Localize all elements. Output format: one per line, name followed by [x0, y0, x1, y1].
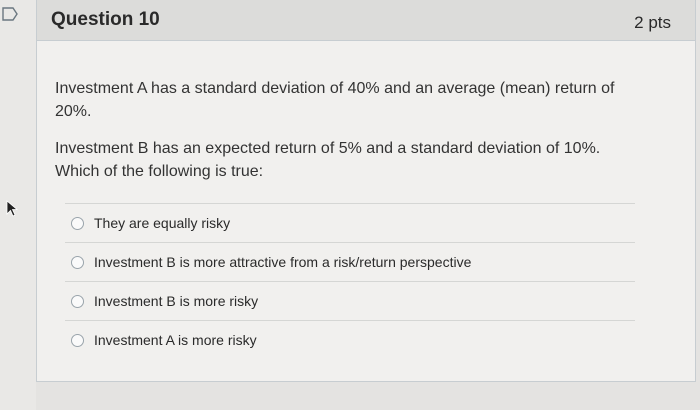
- answer-option-1[interactable]: They are equally risky: [65, 203, 635, 242]
- answer-label[interactable]: Investment A is more risky: [94, 332, 257, 348]
- answer-option-3[interactable]: Investment B is more risky: [65, 281, 635, 320]
- answer-label[interactable]: Investment B is more risky: [94, 293, 258, 309]
- radio-button-icon[interactable]: [71, 294, 84, 308]
- cursor-icon: [6, 200, 19, 217]
- question-points: 2 pts: [634, 13, 671, 32]
- question-card: Question 10 2 pts Investment A has a sta…: [36, 0, 696, 382]
- answer-label[interactable]: Investment B is more attractive from a r…: [94, 254, 471, 270]
- flag-icon[interactable]: [2, 6, 18, 22]
- answer-label[interactable]: They are equally risky: [94, 215, 230, 231]
- question-body: Investment A has a standard deviation of…: [37, 41, 695, 359]
- question-header: Question 10 2 pts: [37, 0, 695, 41]
- answer-list: They are equally risky Investment B is m…: [65, 203, 635, 359]
- answer-option-2[interactable]: Investment B is more attractive from a r…: [65, 242, 635, 281]
- answer-option-4[interactable]: Investment A is more risky: [65, 320, 635, 359]
- question-text-a: Investment A has a standard deviation of…: [55, 80, 615, 120]
- question-text-b: Investment B has an expected return of 5…: [55, 140, 601, 180]
- radio-button-icon[interactable]: [71, 333, 84, 347]
- left-gutter: [0, 0, 36, 410]
- question-title: Question 10: [51, 9, 160, 30]
- radio-button-icon[interactable]: [71, 255, 84, 269]
- radio-button-icon[interactable]: [71, 216, 84, 230]
